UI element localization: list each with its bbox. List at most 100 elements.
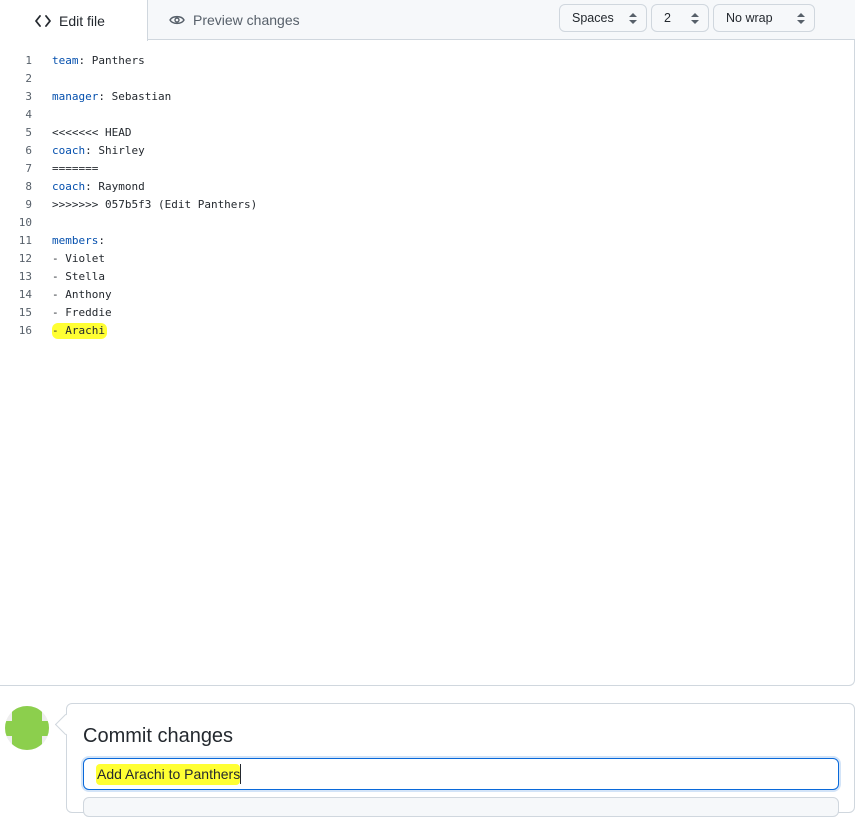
code-line[interactable]: 16 - Arachi [0,322,840,340]
line-text: - Violet [52,250,105,268]
commit-title: Commit changes [83,725,234,747]
line-number: 14 [18,288,32,301]
eye-icon [168,12,186,28]
line-number: 8 [25,180,32,193]
yaml-value: : Shirley [85,144,145,157]
code-line[interactable]: 6 coach: Shirley [0,142,840,160]
line-content: coach: Raymond [52,180,145,193]
line-number: 15 [18,306,32,319]
yaml-key: team [52,54,79,67]
avatar [5,706,49,750]
line-content: - Stella [52,270,105,283]
line-content: team: Panthers [52,54,145,67]
line-number: 6 [25,144,32,157]
yaml-value: : Raymond [85,180,145,193]
line-number: 1 [25,54,32,67]
line-number: 7 [25,162,32,175]
code-line[interactable]: 14 - Anthony [0,286,840,304]
commit-message-value: Add Arachi to Panthers [96,763,241,785]
line-content: manager: Sebastian [52,90,171,103]
line-number: 2 [25,72,32,85]
line-content: members: [52,234,105,247]
line-text: coach: Shirley [52,142,145,160]
line-content: - Freddie [52,306,112,319]
yaml-value: <<<<<<< HEAD [52,126,132,139]
line-number: 13 [18,270,32,283]
editor-tab-bar: Edit file Preview changes Spaces 2 No wr… [0,0,855,41]
text-cursor [240,764,242,784]
line-text: team: Panthers [52,52,145,70]
line-text: members: [52,232,105,250]
tab-edit-file-label: Edit file [59,12,105,29]
tab-edit-file[interactable]: Edit file [0,0,148,41]
code-line[interactable]: 2 [0,70,840,88]
line-number: 11 [18,234,32,247]
select-caret-icon [797,13,805,24]
line-content: coach: Shirley [52,144,145,157]
line-number: 3 [25,90,32,103]
commit-description-field[interactable] [83,797,839,817]
yaml-key: manager [52,90,99,103]
code-line[interactable]: 8 coach: Raymond [0,178,840,196]
yaml-value: : Panthers [78,54,145,67]
line-number: 12 [18,252,32,265]
yaml-value: : [98,234,105,247]
line-text: - Stella [52,268,105,286]
yaml-key: coach [52,180,86,193]
line-text: coach: Raymond [52,178,145,196]
line-number: 5 [25,126,32,139]
code-line[interactable]: 15 - Freddie [0,304,840,322]
code-line[interactable]: 4 [0,106,840,124]
file-editor: Edit file Preview changes Spaces 2 No wr… [0,0,855,686]
yaml-value: - Anthony [52,288,112,301]
code-line[interactable]: 13 - Stella [0,268,840,286]
code-line[interactable]: 12 - Violet [0,250,840,268]
line-number: 10 [18,216,32,229]
code-line[interactable]: 3 manager: Sebastian [0,88,840,106]
yaml-value: - Violet [52,252,105,265]
wrap-mode-select[interactable]: No wrap [713,4,815,32]
indent-mode-select[interactable]: Spaces [559,4,647,32]
code-editor-area[interactable]: 1 team: Panthers 2 3 manager: Sebastian 4 5 <<<… [0,52,840,340]
select-caret-icon [691,13,699,24]
yaml-value: - Stella [52,270,105,283]
line-number: 9 [25,198,32,211]
yaml-key: coach [52,144,86,157]
select-caret-icon [629,13,637,24]
line-text: <<<<<<< HEAD [52,124,131,142]
indent-mode-value: Spaces [572,11,614,25]
tab-preview-changes[interactable]: Preview changes [168,0,300,40]
line-content: >>>>>>> 057b5f3 (Edit Panthers) [52,198,257,211]
tab-preview-changes-label: Preview changes [193,12,300,28]
highlighted-text: - Arachi [52,323,107,339]
line-text: - Anthony [52,286,112,304]
line-content: - Anthony [52,288,112,301]
yaml-value: : Sebastian [98,90,172,103]
code-line[interactable]: 10 [0,214,840,232]
code-line[interactable]: 11 members: [0,232,840,250]
code-line[interactable]: 1 team: Panthers [0,52,840,70]
yaml-value: >>>>>>> 057b5f3 (Edit Panthers) [52,198,258,211]
yaml-value: - Freddie [52,306,112,319]
line-text: - Freddie [52,304,112,322]
commit-message-input[interactable]: Add Arachi to Panthers [83,758,839,790]
code-line[interactable]: 9 >>>>>>> 057b5f3 (Edit Panthers) [0,196,840,214]
line-content: - Violet [52,252,105,265]
code-line[interactable]: 7 ======= [0,160,840,178]
line-number: 4 [25,108,32,121]
indent-size-select[interactable]: 2 [651,4,709,32]
line-text: ======= [52,160,98,178]
yaml-value: ======= [52,162,99,175]
line-content: ======= [52,162,98,175]
yaml-value: - Arachi [52,324,105,337]
code-line[interactable]: 5 <<<<<<< HEAD [0,124,840,142]
indent-size-value: 2 [664,11,671,25]
line-number: 16 [18,324,32,337]
yaml-key: members [52,234,99,247]
line-content: <<<<<<< HEAD [52,126,131,139]
code-icon [34,13,52,29]
line-text: manager: Sebastian [52,88,171,106]
line-text: - Arachi [52,322,107,340]
wrap-mode-value: No wrap [726,11,773,25]
line-text: >>>>>>> 057b5f3 (Edit Panthers) [52,196,257,214]
